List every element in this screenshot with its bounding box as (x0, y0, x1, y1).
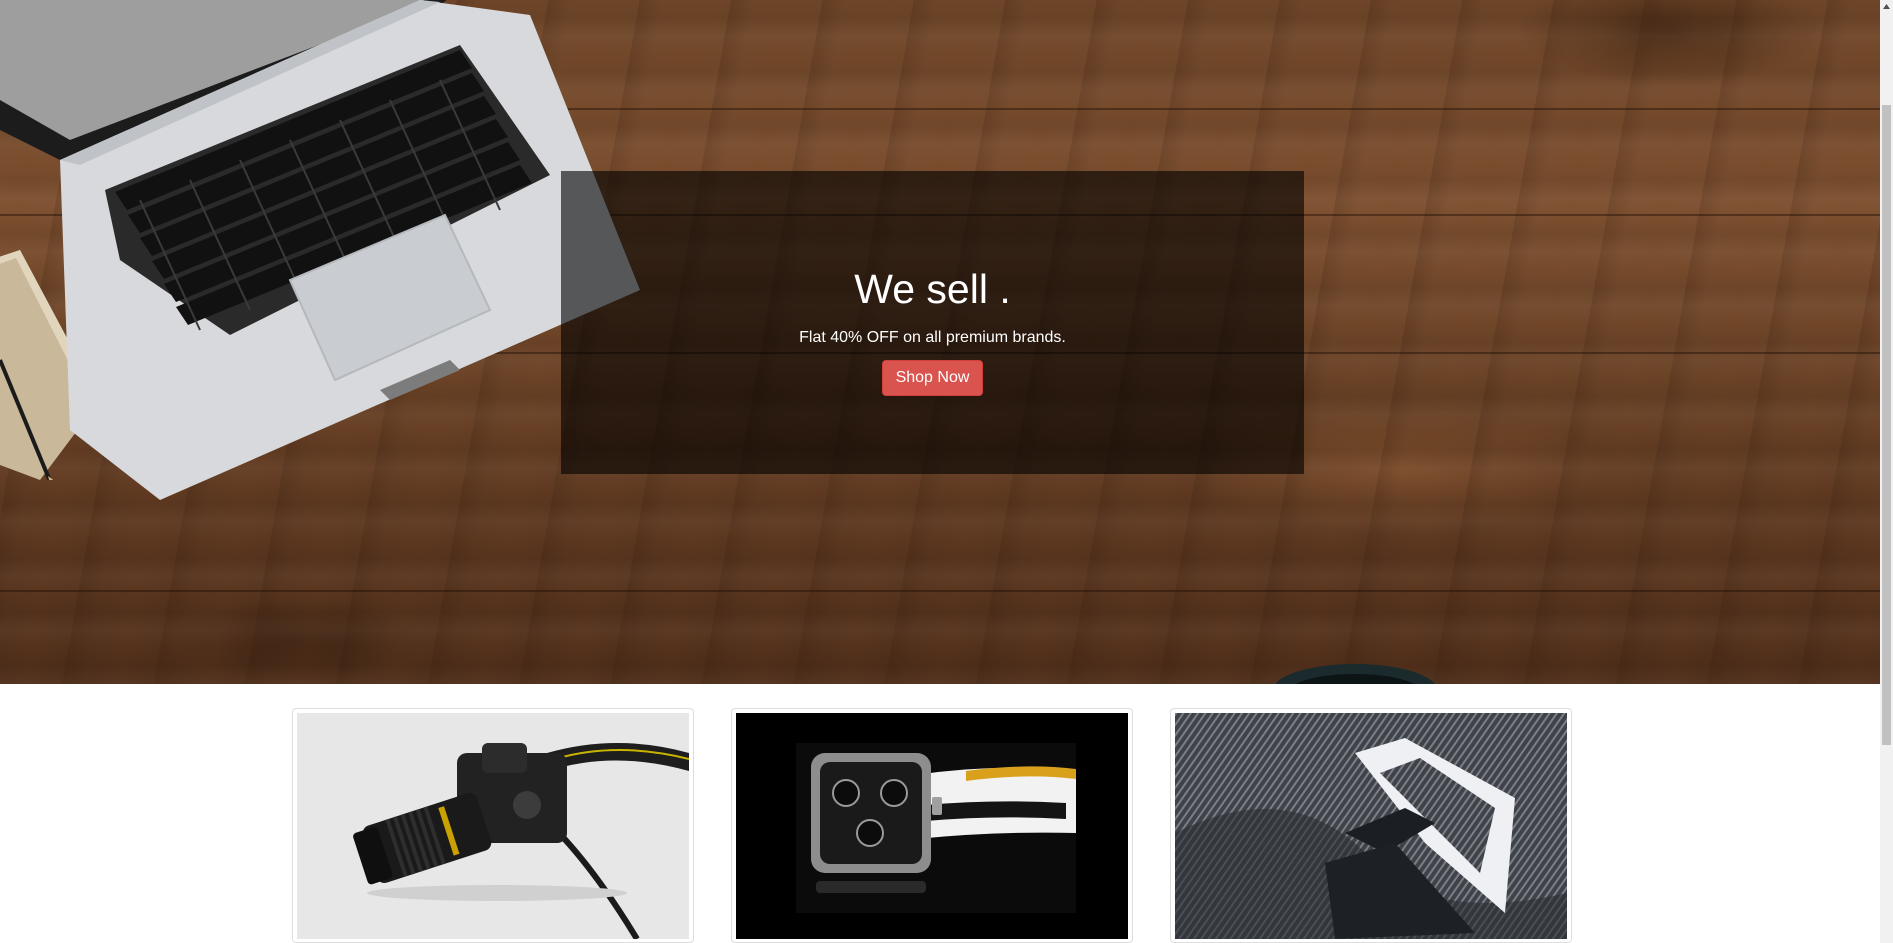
product-card[interactable] (292, 708, 694, 943)
vertical-scrollbar[interactable] (1880, 0, 1893, 943)
product-card[interactable] (1170, 708, 1572, 943)
shirt-image (1175, 713, 1567, 939)
page: We sell . Flat 40% OFF on all premium br… (0, 0, 1893, 943)
watch-image (736, 713, 1128, 939)
mug-image (1275, 664, 1435, 684)
laptop-image (0, 0, 640, 500)
hero-subtitle: Flat 40% OFF on all premium brands. (799, 329, 1066, 346)
scrollbar-thumb[interactable] (1882, 105, 1891, 745)
hero-title: We sell . (854, 266, 1011, 312)
hero-banner: We sell . Flat 40% OFF on all premium br… (0, 0, 1880, 684)
product-card[interactable] (731, 708, 1133, 943)
hero-overlay: We sell . Flat 40% OFF on all premium br… (561, 171, 1304, 474)
plank-divider (0, 590, 1880, 592)
scroll-up-arrow-icon[interactable] (1880, 0, 1893, 13)
camera-image (297, 713, 689, 939)
shop-now-button[interactable]: Shop Now (882, 360, 983, 396)
